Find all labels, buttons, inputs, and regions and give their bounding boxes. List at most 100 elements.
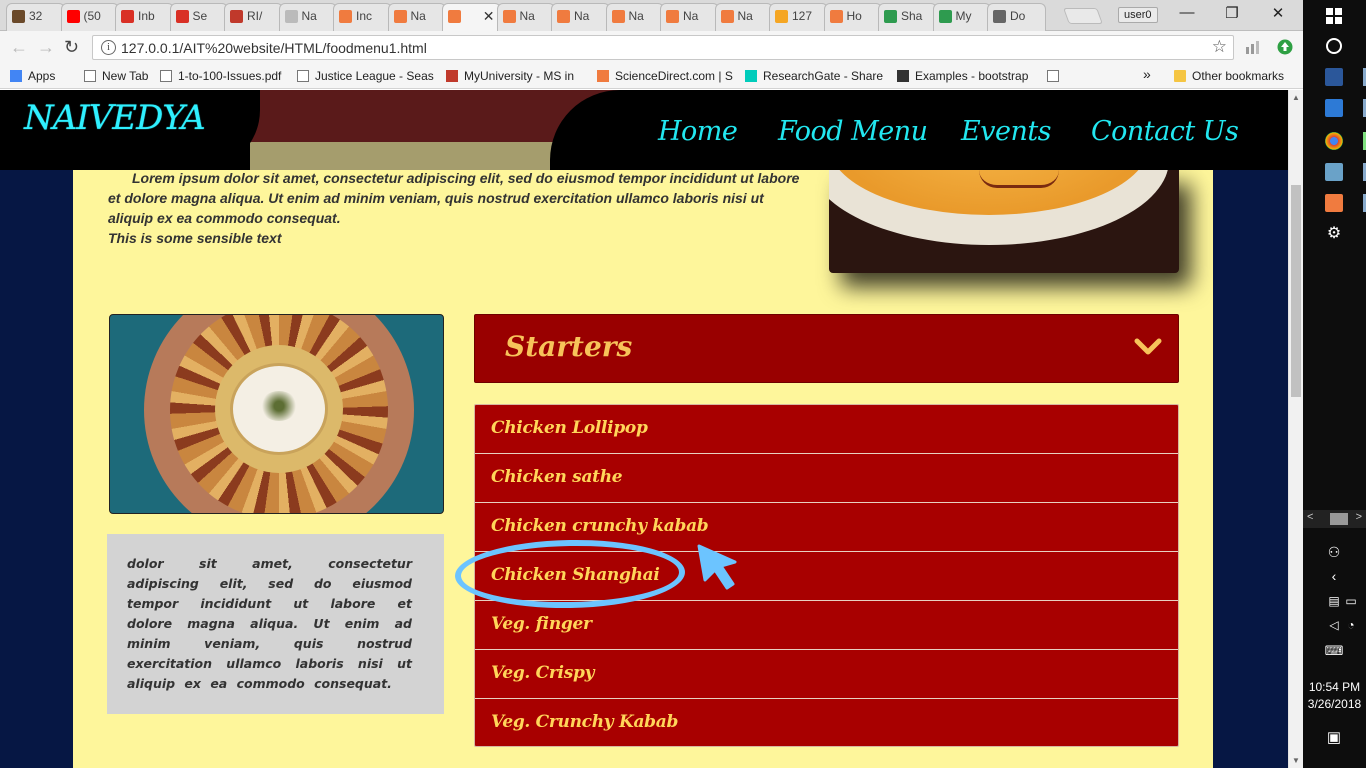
menu-item-chicken-lollipop[interactable]: Chicken Lollipop [475, 405, 1178, 454]
settings-gear-icon[interactable]: ⚙ [1324, 224, 1344, 244]
scroll-down-arrow-icon[interactable]: ▼ [1292, 756, 1300, 765]
tab[interactable]: Na [278, 3, 337, 31]
chevron-left-icon[interactable]: ‹ [1324, 566, 1344, 586]
tab[interactable]: Na [714, 3, 773, 31]
extension-chart-icon[interactable] [1245, 39, 1261, 55]
tab[interactable]: Na [551, 3, 610, 31]
tab[interactable]: Na [387, 3, 446, 31]
menu-item-veg-crunchy-kabab[interactable]: Veg. Crunchy Kabab [475, 699, 1178, 748]
tab[interactable]: (50 [60, 3, 119, 31]
address-bar[interactable]: i 127.0.0.1/AIT%20website/HTML/foodmenu1… [92, 35, 1234, 60]
nav-contact-us[interactable]: Contact Us [1091, 116, 1239, 147]
wifi-icon[interactable]: ◔ [1341, 615, 1361, 635]
tab[interactable]: Se [169, 3, 228, 31]
xampp-app-icon[interactable] [1325, 194, 1343, 212]
x-logo-icon [446, 70, 458, 82]
bookmark-item[interactable]: ResearchGate - Share [745, 69, 883, 83]
url-text[interactable]: 127.0.0.1/AIT%20website/HTML/foodmenu1.h… [121, 40, 427, 56]
battery-icon[interactable]: ▭ [1341, 591, 1361, 611]
reload-button[interactable]: ↻ [64, 37, 79, 57]
windows-start-icon[interactable] [1324, 6, 1344, 26]
bookmark-label: ResearchGate - Share [763, 69, 884, 83]
menu-item-chicken-sathe[interactable]: Chicken sathe [475, 454, 1178, 503]
soup-garnish [979, 170, 1059, 188]
sensible-text: This is some sensible text [108, 230, 282, 246]
bookmark-item[interactable] [1047, 69, 1065, 83]
book-icon [897, 70, 909, 82]
app-icon[interactable] [1325, 99, 1343, 117]
tab-label: (50 [83, 9, 101, 23]
tab[interactable]: Na [496, 3, 555, 31]
scroll-up-arrow-icon[interactable]: ▲ [1292, 93, 1300, 102]
chevron-down-icon[interactable] [1134, 337, 1162, 357]
clock-time[interactable]: 10:54 PM [1303, 679, 1366, 695]
tab[interactable]: 32 [6, 3, 65, 31]
bookmark-item[interactable]: Examples - bootstrap [897, 69, 1028, 83]
bookmarks-bar: Apps New Tab 1-to-100-Issues.pdf Justice Le… [0, 64, 1303, 89]
tab-label: Na [683, 9, 699, 23]
tab[interactable]: Sha [878, 3, 937, 31]
people-icon[interactable]: ⚇ [1324, 542, 1344, 562]
nav-events[interactable]: Events [961, 116, 1052, 147]
restore-button[interactable]: ❐ [1217, 4, 1247, 22]
bookmark-label: New Tab [102, 69, 149, 83]
tab-label: 127 [792, 9, 813, 23]
tab-favicon-icon [66, 10, 80, 23]
back-button[interactable]: ← [10, 37, 28, 57]
windows-taskbar: ⚙ < > ⚇ ‹ ▤ ▭ ◁ ◔ ⌨ 10:54 PM 3/26/2018 ▣ [1303, 0, 1366, 768]
menu-item-veg-crispy[interactable]: Veg. Crispy [475, 650, 1178, 699]
chrome-app-icon[interactable] [1325, 132, 1343, 150]
folder-icon [1174, 70, 1186, 82]
notifications-icon[interactable]: ▣ [1324, 728, 1344, 748]
bookmark-item[interactable]: ScienceDirect.com | S [597, 69, 733, 83]
tab-close-icon[interactable]: ✕ [483, 4, 495, 28]
profile-button[interactable]: user0 [1118, 7, 1158, 23]
tab[interactable]: Na [660, 3, 719, 31]
bookmarks-overflow-button[interactable]: » [1143, 66, 1151, 82]
notepad-app-icon[interactable] [1325, 163, 1343, 181]
browser-toolbar: ← → ↻ i 127.0.0.1/AIT%20website/HTML/foo… [0, 31, 1303, 64]
close-window-button[interactable]: ✕ [1263, 4, 1293, 22]
nav-food-menu[interactable]: Food Menu [778, 116, 928, 147]
tab[interactable]: My [932, 3, 991, 31]
update-arrow-icon[interactable] [1277, 39, 1293, 55]
menu-item-veg-finger[interactable]: Veg. finger [475, 601, 1178, 650]
bookmark-item[interactable]: 1-to-100-Issues.pdf [160, 69, 281, 83]
cortana-icon[interactable] [1324, 36, 1344, 56]
site-info-icon[interactable]: i [101, 40, 116, 55]
tab[interactable]: Inb [115, 3, 174, 31]
bookmark-item[interactable]: New Tab [84, 69, 148, 83]
tab-label: My [955, 9, 972, 23]
tab[interactable]: Na [605, 3, 664, 31]
page-scrollbar[interactable]: ▲ ▼ [1288, 90, 1303, 768]
taskbar-scroll-thumb[interactable] [1330, 513, 1348, 525]
tab-active[interactable]: ✕ [442, 3, 501, 32]
taskbar-scroll[interactable]: < > [1303, 510, 1366, 528]
bookmark-item[interactable]: Justice League - Seas [297, 69, 434, 83]
researchgate-icon [745, 70, 757, 82]
nav-home[interactable]: Home [658, 116, 738, 147]
tab[interactable]: Do [987, 3, 1046, 31]
tab[interactable]: Ho [823, 3, 882, 31]
new-tab-button[interactable] [1063, 8, 1103, 24]
bookmark-item[interactable]: MyUniversity - MS in [446, 69, 574, 83]
bookmark-star-icon[interactable]: ☆ [1212, 37, 1227, 57]
tab[interactable]: RI/ [224, 3, 283, 31]
tab[interactable]: 127 [769, 3, 828, 31]
tab[interactable]: Inc [333, 3, 392, 31]
starters-accordion-header[interactable]: Starters [474, 314, 1179, 383]
word-app-icon[interactable] [1325, 68, 1343, 86]
minimize-button[interactable]: — [1172, 4, 1202, 21]
scroll-left-icon[interactable]: < [1307, 511, 1313, 523]
keyboard-icon[interactable]: ⌨ [1324, 641, 1344, 661]
scrollbar-thumb[interactable] [1291, 185, 1301, 397]
forward-button[interactable]: → [37, 37, 55, 57]
clock-date[interactable]: 3/26/2018 [1303, 696, 1366, 712]
bookmark-item[interactable]: Apps [10, 69, 55, 83]
tab-favicon-icon [284, 10, 298, 23]
site-logo[interactable]: NAIVEDYA [24, 98, 206, 138]
scroll-right-icon[interactable]: > [1356, 511, 1362, 523]
other-bookmarks-label: Other bookmarks [1192, 69, 1285, 83]
tab-label: Na [519, 9, 535, 23]
other-bookmarks-folder[interactable]: Other bookmarks [1174, 69, 1284, 83]
